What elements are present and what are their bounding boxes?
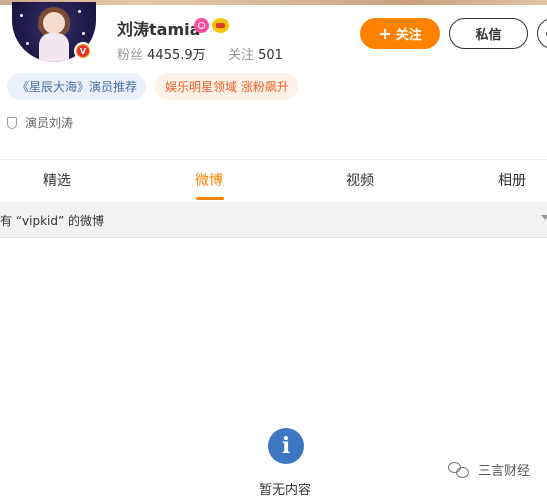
active-tab-indicator xyxy=(196,197,224,200)
tag-drama-recommend[interactable]: 《星辰大海》演员推荐 xyxy=(7,73,146,100)
avatar-star xyxy=(82,32,85,35)
shield-icon xyxy=(7,117,17,129)
fans-count[interactable]: 4455.9万 xyxy=(147,48,206,63)
plus-icon: + xyxy=(378,26,391,42)
tag-label: 娱乐明星领域 涨粉飙升 xyxy=(165,78,289,95)
avatar-dress xyxy=(39,33,69,62)
member-badge-icon[interactable] xyxy=(194,18,209,33)
more-options-button[interactable] xyxy=(537,18,547,49)
identity-line: 演员刘涛 xyxy=(7,114,73,131)
empty-state-text: 暂无内容 xyxy=(259,479,311,498)
tab-video[interactable]: 视频 xyxy=(346,170,374,190)
profile-tabs: 精选 微博 视频 相册 xyxy=(0,160,547,202)
message-label: 私信 xyxy=(475,24,501,43)
identity-text: 演员刘涛 xyxy=(25,114,73,131)
crown-badge-icon[interactable] xyxy=(212,18,229,33)
watermark: 三言财经 xyxy=(448,460,530,479)
avatar-star xyxy=(78,10,81,13)
profile-stats: 粉丝 4455.9万 关注 501 xyxy=(117,44,283,63)
watermark-text: 三言财经 xyxy=(478,460,530,479)
avatar-star xyxy=(20,14,23,17)
avatar-face xyxy=(43,12,65,34)
chevron-down-icon[interactable] xyxy=(541,215,547,220)
verified-badge-icon: V xyxy=(74,42,92,60)
tag-rising-fans[interactable]: 娱乐明星领域 涨粉飙升 xyxy=(155,73,298,100)
follow-label: 关注 xyxy=(396,24,422,43)
profile-name: 刘涛tamia xyxy=(117,16,200,40)
tag-label: 《星辰大海》演员推荐 xyxy=(17,78,137,95)
info-icon: i xyxy=(268,428,304,464)
avatar-star xyxy=(26,42,29,45)
tab-weibo[interactable]: 微博 xyxy=(195,170,223,190)
wechat-icon xyxy=(448,462,470,478)
tab-featured[interactable]: 精选 xyxy=(43,170,71,190)
following-count[interactable]: 501 xyxy=(258,48,283,63)
verified-mark: V xyxy=(77,45,89,57)
tab-album[interactable]: 相册 xyxy=(498,170,526,190)
following-label: 关注 xyxy=(228,48,254,63)
message-button[interactable]: 私信 xyxy=(449,18,528,49)
fans-label: 粉丝 xyxy=(117,48,143,63)
follow-button[interactable]: + 关注 xyxy=(360,18,440,49)
search-result-text: 有 “vipkid” 的微博 xyxy=(0,212,104,229)
search-result-bar: 有 “vipkid” 的微博 xyxy=(0,202,547,238)
